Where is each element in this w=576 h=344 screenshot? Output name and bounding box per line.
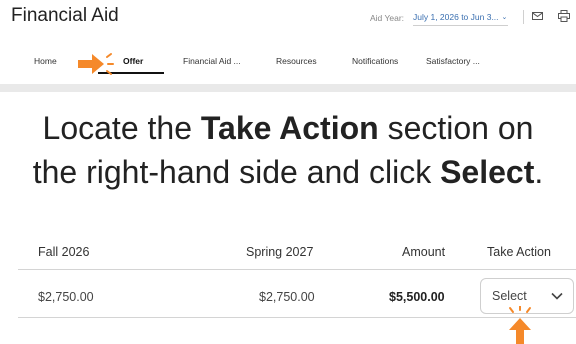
table-divider: [18, 269, 576, 270]
column-header-take-action: Take Action: [487, 245, 551, 259]
instruction-line-2: the right-hand side and click Select.: [32, 154, 544, 190]
pointer-arrow-icon: [509, 306, 531, 344]
tab-home[interactable]: Home: [34, 56, 57, 66]
header-divider: [523, 10, 524, 24]
aid-year-label: Aid Year:: [370, 13, 405, 23]
mail-icon[interactable]: [532, 12, 543, 20]
section-divider-band: [0, 84, 576, 92]
app-title: Financial Aid: [11, 5, 119, 26]
column-header-fall: Fall 2026: [38, 245, 90, 259]
tab-offer[interactable]: Offer: [121, 56, 145, 66]
pointer-arrow-icon: [78, 53, 114, 75]
tab-notifications[interactable]: Notifications: [352, 56, 398, 66]
take-action-select-label: Select: [492, 289, 527, 303]
chevron-down-icon: ⌄: [501, 13, 508, 21]
app-header: Financial Aid Aid Year: July 1, 2026 to …: [0, 0, 576, 84]
print-icon[interactable]: [558, 10, 570, 22]
tab-financial-aid[interactable]: Financial Aid ...: [183, 56, 241, 66]
column-header-amount: Amount: [402, 245, 446, 259]
instruction-text: Locate the Take Action section on the ri…: [0, 106, 576, 194]
column-header-spring: Spring 2027: [246, 245, 314, 259]
aid-year-select[interactable]: July 1, 2026 to Jun 3... ⌄: [413, 8, 508, 26]
tab-satisfactory[interactable]: Satisfactory ...: [426, 56, 480, 66]
total-amount: $5,500.00: [389, 290, 445, 304]
table-divider: [18, 317, 576, 318]
spring-amount: $2,750.00: [259, 290, 315, 304]
tab-resources[interactable]: Resources: [276, 56, 317, 66]
aid-year-value: July 1, 2026 to Jun 3...: [413, 11, 499, 22]
fall-amount: $2,750.00: [38, 290, 94, 304]
chevron-down-icon: [551, 292, 563, 300]
instruction-line-1: Locate the Take Action section on: [42, 110, 534, 146]
